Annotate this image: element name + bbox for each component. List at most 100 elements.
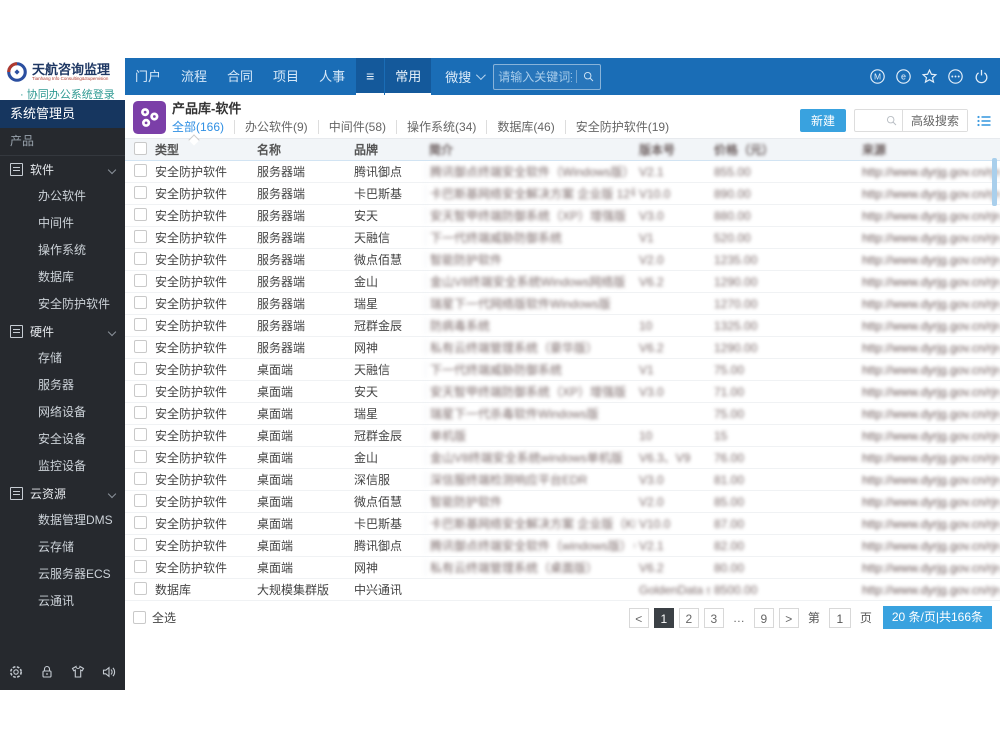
cell-brand: 瑞星 [354,297,379,311]
sidebar-group[interactable]: 云资源 [0,480,125,507]
sidebar-section-product[interactable]: 产品 [0,128,125,156]
table-row: 安全防护软件 桌面端 腾讯御点 腾讯御点终端安全软件（windows版）（V2.1） V… [125,535,1000,557]
global-search-input[interactable] [494,69,577,84]
page-button[interactable]: 1 [653,607,674,628]
topnav-item[interactable]: 门户 [125,58,171,95]
row-checkbox[interactable] [134,471,147,485]
message-icon[interactable]: e [895,68,912,85]
row-checkbox[interactable] [134,229,147,243]
page-button[interactable]: 9 [753,607,774,628]
row-checkbox[interactable] [134,207,147,221]
row-checkbox[interactable] [134,559,147,573]
cell-version: V10.0 [639,186,671,201]
row-checkbox[interactable] [134,537,147,551]
cell-type: 安全防护软件 [155,473,228,487]
page-jump-input[interactable]: 1 [828,607,851,628]
next-page-button[interactable]: > [778,607,799,628]
sidebar-item[interactable]: 数据库 [0,264,125,291]
settings-icon[interactable] [8,664,24,680]
new-button[interactable]: 新建 [799,109,846,132]
sidebar-item[interactable]: 云存储 [0,534,125,561]
category-tab[interactable]: 操作系统(34) [396,120,486,134]
advanced-search-button[interactable]: 高级搜索 [901,110,967,131]
page-jump-prefix: 第 [807,611,820,625]
header-checkbox[interactable] [134,141,147,155]
row-checkbox[interactable] [134,251,147,265]
row-checkbox[interactable] [134,493,147,507]
sidebar-item[interactable]: 存储 [0,345,125,372]
cell-version: V2.1 [639,538,664,553]
row-checkbox[interactable] [134,273,147,287]
sidebar-item[interactable]: 云服务器ECS [0,561,125,588]
cell-name: 服务器端 [257,231,306,245]
nav-menu-button[interactable]: ≡ [356,58,385,95]
cell-desc: 腾讯御点终端安全软件（windows版）（V2.1） [425,537,635,554]
topnav-item[interactable]: 流程 [171,58,217,95]
sidebar-item[interactable]: 监控设备 [0,453,125,480]
cell-name: 桌面端 [257,495,294,509]
category-tab[interactable]: 中间件(58) [317,120,396,134]
topnav-item[interactable]: 人事 [309,58,355,95]
search-scope-dropdown[interactable]: 微搜 [445,58,487,95]
table-row: 安全防护软件 服务器端 卡巴斯基 卡巴斯基网络安全解决方案 企业版 12号 V10.0 8… [125,183,1000,205]
cell-price: 1270.00 [714,296,758,311]
cell-type: 数据库 [155,583,192,597]
page-button[interactable]: 3 [703,607,724,628]
sidebar-item[interactable]: 数据管理DMS [0,507,125,534]
topnav-item[interactable]: 合同 [217,58,263,95]
sidebar-item[interactable]: 安全设备 [0,426,125,453]
cell-source-url: http://www.dyrjg.gov.cn/rjrg/ [862,208,1000,223]
cell-source-url: http://www.dyrjg.gov.cn/rjrg/ [862,516,1000,531]
category-tab[interactable]: 办公软件(9) [234,120,318,134]
sidebar-item[interactable]: 办公软件 [0,183,125,210]
list-view-icon[interactable] [976,113,992,129]
more-icon[interactable] [947,68,964,85]
row-checkbox[interactable] [134,163,147,177]
cell-desc: 防病毒系统 [425,317,635,334]
theme-icon[interactable] [70,664,86,680]
table-row: 安全防护软件 桌面端 安天 安天智甲终端防御系统（XP）增强版 V3.0 71.00 htt… [125,381,1000,403]
row-checkbox[interactable] [134,449,147,463]
cell-type: 安全防护软件 [155,341,228,355]
sidebar-group[interactable]: 硬件 [0,318,125,345]
sidebar-group[interactable]: 软件 [0,156,125,183]
row-checkbox[interactable] [134,383,147,397]
sidebar-item[interactable]: 服务器 [0,372,125,399]
cell-type: 安全防护软件 [155,495,228,509]
search-icon[interactable] [576,70,600,83]
row-checkbox[interactable] [134,185,147,199]
page-button[interactable]: … [728,607,749,628]
cell-name: 桌面端 [257,363,294,377]
category-tab[interactable]: 全部(166) [172,120,234,134]
category-tab[interactable]: 数据库(46) [486,120,564,134]
page-button[interactable]: 2 [678,607,699,628]
prev-page-button[interactable]: < [628,607,649,628]
row-checkbox[interactable] [134,515,147,529]
select-all-checkbox[interactable] [133,611,146,624]
row-checkbox[interactable] [134,361,147,375]
sidebar-item[interactable]: 云通讯 [0,588,125,615]
power-icon[interactable] [973,68,990,85]
row-checkbox[interactable] [134,405,147,419]
scrollbar-thumb[interactable] [992,158,997,206]
sidebar-item[interactable]: 网络设备 [0,399,125,426]
cell-price: 855.00 [714,164,751,179]
sidebar-item[interactable]: 安全防护软件 [0,291,125,318]
cell-type: 安全防护软件 [155,297,228,311]
sidebar-item[interactable]: 中间件 [0,210,125,237]
favorite-icon[interactable] [921,68,938,85]
lock-icon[interactable] [39,664,55,680]
row-checkbox[interactable] [134,295,147,309]
sound-icon[interactable] [101,664,117,680]
category-tab[interactable]: 安全防护软件(19) [564,120,679,134]
sidebar-item[interactable]: 操作系统 [0,237,125,264]
row-checkbox[interactable] [134,581,147,595]
page-size-info[interactable]: 20 条/页|共166条 [882,606,992,629]
m-badge-icon[interactable]: M [869,68,886,85]
cell-name: 桌面端 [257,539,294,553]
row-checkbox[interactable] [134,427,147,441]
row-checkbox[interactable] [134,339,147,353]
topnav-item[interactable]: 项目 [263,58,309,95]
row-checkbox[interactable] [134,317,147,331]
tab-favorites[interactable]: 常用 [385,58,432,95]
